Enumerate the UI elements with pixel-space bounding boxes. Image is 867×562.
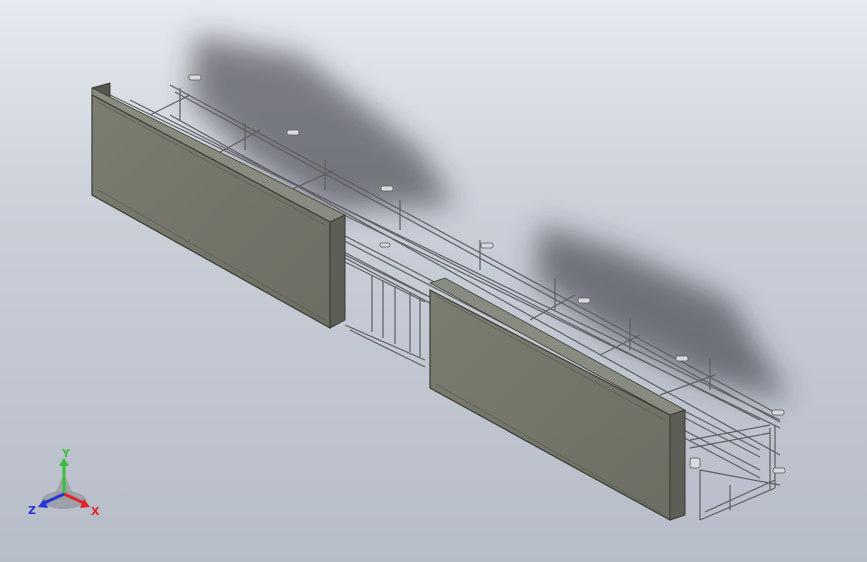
axis-y-label: Y <box>61 448 71 460</box>
view-triad-icon: Y X Z <box>22 447 106 524</box>
axis-x-label: X <box>91 505 100 518</box>
axis-z-label: Z <box>28 504 36 517</box>
model-scene[interactable] <box>0 0 867 562</box>
graphics-viewport[interactable]: Y X Z <box>0 0 867 562</box>
